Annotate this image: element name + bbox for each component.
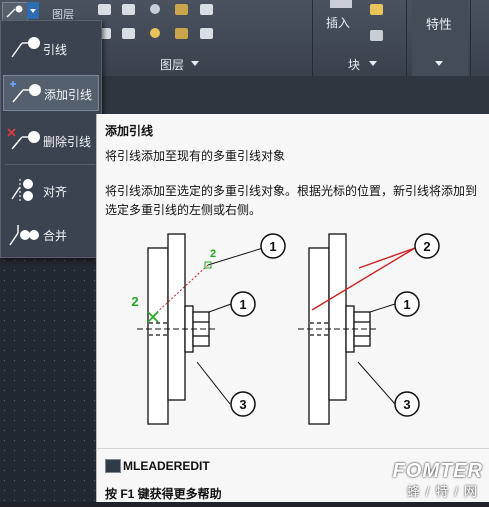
block-panel-label[interactable]: 块 xyxy=(348,56,360,73)
leader-icon xyxy=(11,37,40,58)
callout-label: 1 xyxy=(403,297,410,312)
insert-block-icon xyxy=(330,0,352,8)
multileader-dropdown-button[interactable] xyxy=(2,2,28,21)
properties-label: 特性 xyxy=(426,17,453,32)
watermark-logo: FOMTER 蜂/特/网 xyxy=(392,460,483,499)
insert-button[interactable]: 插入 xyxy=(320,0,362,34)
drawing-canvas[interactable] xyxy=(0,256,96,502)
edit-block-icon[interactable] xyxy=(370,30,383,41)
properties-button[interactable]: 特性 xyxy=(412,0,468,76)
multileader-dropdown-menu: 引线 添加引线 删除引线 对齐 合并 xyxy=(0,20,102,258)
command-icon xyxy=(105,459,121,473)
command-name: MLEADEREDIT xyxy=(123,459,210,473)
menu-item-collect[interactable]: 合并 xyxy=(3,217,97,251)
layer-tool-icon[interactable] xyxy=(122,4,135,15)
layer-tool-icon[interactable] xyxy=(98,4,111,15)
insert-label: 插入 xyxy=(326,16,351,30)
callout-label: 3 xyxy=(239,397,246,412)
add-leader-tooltip: 添加引线 将引线添加至现有的多重引线对象 将引线添加至选定的多重引线对象。根据光… xyxy=(96,114,489,502)
help-hint: 按 F1 键获得更多帮助 xyxy=(105,487,222,501)
tooltip-description: 将引线添加至选定的多重引线对象。根据光标的位置，新引线将添加到选定多重引线的左侧… xyxy=(105,184,478,217)
add-leader-icon xyxy=(10,81,41,103)
menu-item-align[interactable]: 对齐 xyxy=(3,173,97,207)
menu-item-add-leader[interactable]: 添加引线 xyxy=(3,75,99,111)
menu-item-leader[interactable]: 引线 xyxy=(3,31,97,65)
chevron-down-icon xyxy=(435,61,443,66)
chevron-down-icon xyxy=(30,9,36,13)
layer-panel-label[interactable]: 图层 xyxy=(160,56,184,73)
collect-icon xyxy=(9,225,39,246)
sun-icon[interactable] xyxy=(150,4,160,14)
layer-stack-icon[interactable] xyxy=(200,4,213,15)
layer-tool-icon[interactable] xyxy=(122,28,135,39)
layer-stack-icon[interactable] xyxy=(200,28,213,39)
tooltip-subtitle: 将引线添加至现有的多重引线对象 xyxy=(105,149,286,163)
callout-label: 1 xyxy=(269,239,276,254)
tooltip-title: 添加引线 xyxy=(105,124,154,138)
leader-icon xyxy=(6,5,23,18)
grid-dots xyxy=(0,256,96,502)
create-block-icon[interactable] xyxy=(370,4,383,15)
sun-icon[interactable] xyxy=(150,28,160,38)
chevron-down-icon xyxy=(191,61,199,66)
menu-item-remove-leader[interactable]: 删除引线 xyxy=(3,123,97,157)
callout-label: 2 xyxy=(423,239,430,254)
step-label: 2 xyxy=(210,248,216,260)
step-label: 2 xyxy=(131,294,138,309)
dropdown-arrow-button[interactable] xyxy=(27,2,39,19)
remove-leader-icon xyxy=(7,128,40,150)
lock-icon[interactable] xyxy=(175,28,188,39)
callout-label: 3 xyxy=(403,397,410,412)
lock-icon[interactable] xyxy=(175,4,188,15)
callout-label: 1 xyxy=(239,297,246,312)
add-leader-illustration: 1 2 2 1 3 2 1 3 xyxy=(131,233,440,425)
chevron-down-icon xyxy=(369,61,377,66)
align-icon xyxy=(11,179,33,203)
